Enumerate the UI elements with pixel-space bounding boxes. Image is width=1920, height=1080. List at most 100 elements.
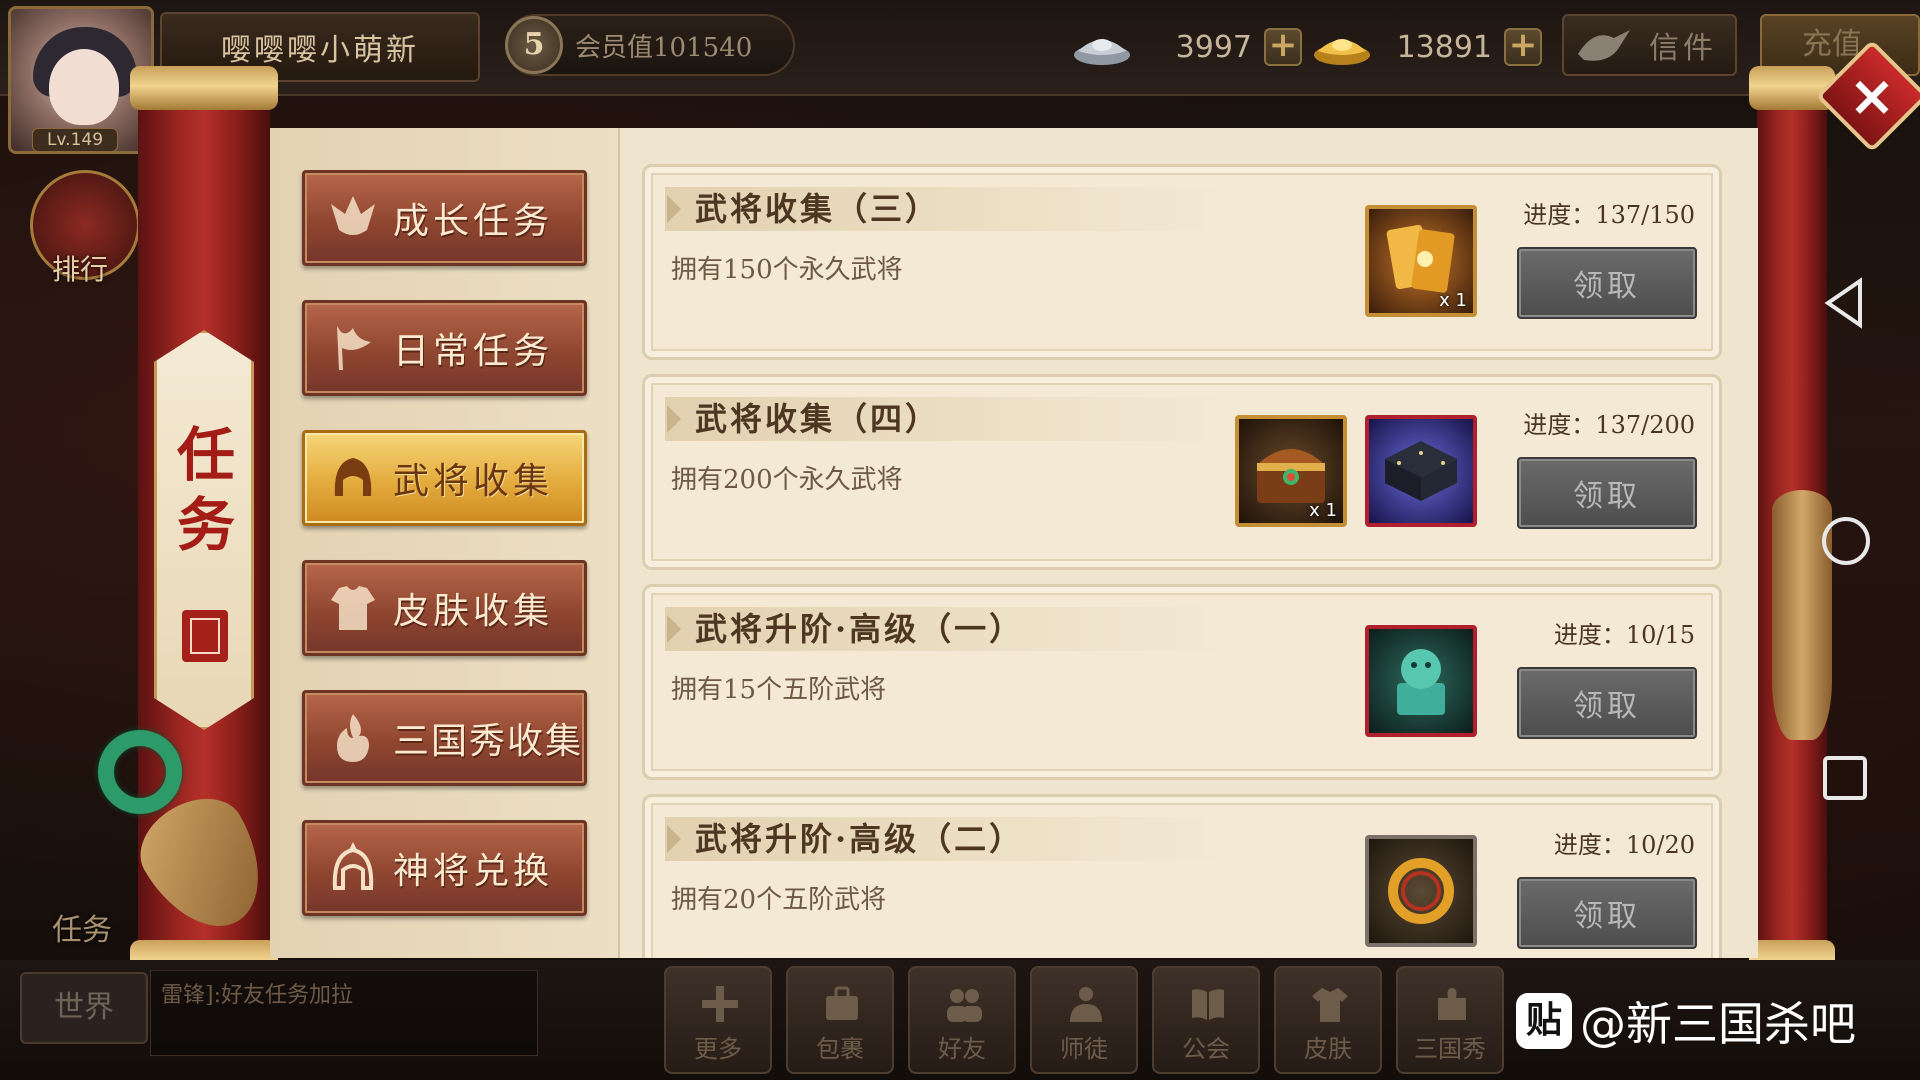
android-home-icon[interactable] <box>1820 515 1872 567</box>
claim-button[interactable]: 领取 <box>1517 877 1697 949</box>
avatar-face <box>49 49 119 125</box>
quest-card: 武将升阶·高级（一） 拥有15个五阶武将 进度：10/15 领取 <box>642 584 1722 780</box>
guild-label: 公会 <box>1182 1035 1230 1063</box>
reward-item[interactable] <box>1365 835 1477 947</box>
tab-daily-tasks[interactable]: 日常任务 <box>302 300 587 396</box>
more-button[interactable]: 更多 <box>664 966 772 1074</box>
claim-button[interactable]: 领取 <box>1517 457 1697 529</box>
chat-message[interactable]: 雷锋]:好友任务加拉 <box>150 970 538 1056</box>
vip-points: 会员值101540 <box>575 32 753 63</box>
quest-description: 拥有15个五阶武将 <box>671 675 887 705</box>
shirt-icon <box>1308 982 1352 1026</box>
book-icon <box>1186 982 1230 1026</box>
tab-skin-collection[interactable]: 皮肤收集 <box>302 560 587 656</box>
close-icon: × <box>1848 63 1896 129</box>
gold-currency: 13891 + <box>1310 18 1542 76</box>
armor-icon <box>321 576 385 640</box>
bag-button[interactable]: 包裹 <box>786 966 894 1074</box>
tab-label: 三国秀收集 <box>393 721 584 762</box>
tab-label: 神将兑换 <box>393 851 554 892</box>
world-chat-button[interactable]: 世界 <box>20 972 148 1044</box>
tab-sanguo-show-collection[interactable]: 三国秀收集 <box>302 690 587 786</box>
quest-card: 武将升阶·高级（二） 拥有20个五阶武将 进度：10/20 领取 <box>642 794 1722 958</box>
mentor-label: 师徒 <box>1060 1035 1108 1063</box>
plus-icon <box>698 982 742 1026</box>
tab-label: 成长任务 <box>393 201 554 242</box>
mentor-button[interactable]: 师徒 <box>1030 966 1138 1074</box>
quest-title: 武将收集（三） <box>695 190 941 228</box>
quest-description: 拥有200个永久武将 <box>671 465 903 495</box>
helmet-icon <box>321 446 385 510</box>
quest-progress: 进度：10/15 <box>1553 621 1695 649</box>
tieba-logo: 贴 <box>1516 993 1572 1049</box>
bag-label: 包裹 <box>816 1035 864 1063</box>
dove-icon <box>1578 30 1630 61</box>
tieba-watermark: 贴 @新三国杀吧 <box>1516 990 1856 1052</box>
reward-item[interactable]: x 1 <box>1365 205 1477 317</box>
skin-label: 皮肤 <box>1304 1035 1352 1063</box>
silver-currency: 3997 + <box>1070 18 1302 76</box>
friends-icon <box>942 982 986 1026</box>
flame-icon <box>321 706 385 770</box>
tab-general-collection[interactable]: 武将收集 <box>302 430 587 526</box>
mail-label: 信件 <box>1649 31 1717 66</box>
guild-button[interactable]: 公会 <box>1152 966 1260 1074</box>
vip-plate[interactable]: 5 会员值101540 <box>505 14 795 76</box>
gold-ingot-icon <box>1314 39 1370 65</box>
sanguo-show-button[interactable]: 三国秀 <box>1396 966 1504 1074</box>
add-silver-button[interactable]: + <box>1264 28 1302 66</box>
quest-progress: 进度：137/150 <box>1523 201 1695 229</box>
tab-label: 武将收集 <box>393 461 554 502</box>
quest-progress: 进度：10/20 <box>1553 831 1695 859</box>
more-label: 更多 <box>694 1035 742 1063</box>
reward-count: x 1 <box>1309 500 1337 521</box>
add-gold-button[interactable]: + <box>1504 28 1542 66</box>
friends-button[interactable]: 好友 <box>908 966 1016 1074</box>
reward-item[interactable] <box>1365 625 1477 737</box>
quest-title: 武将升阶·高级（二） <box>695 820 1025 858</box>
gold-amount: 13891 <box>1396 29 1492 65</box>
quest-title: 武将升阶·高级（一） <box>695 610 1025 648</box>
task-category-sidebar: 成长任务 日常任务 武将收集 皮肤收集 三国秀收集 神将兑换 <box>270 128 620 958</box>
reward-item[interactable]: x 1 <box>1235 415 1347 527</box>
quest-progress: 进度：137/200 <box>1523 411 1695 439</box>
task-panel: 成长任务 日常任务 武将收集 皮肤收集 三国秀收集 神将兑换 武将收集（三） 拥… <box>270 128 1758 958</box>
mail-button[interactable]: 信件 <box>1562 14 1737 76</box>
reward-item[interactable] <box>1365 415 1477 527</box>
tab-label: 皮肤收集 <box>393 591 554 632</box>
jade-ring-icon <box>98 730 182 814</box>
tab-divine-general-exchange[interactable]: 神将兑换 <box>302 820 587 916</box>
task-side-label: 任务 <box>52 913 112 948</box>
android-recent-apps-icon[interactable] <box>1822 755 1868 801</box>
android-back-icon[interactable] <box>1820 275 1868 331</box>
title-arrow-icon <box>667 615 681 643</box>
mentor-icon <box>1064 982 1108 1026</box>
sanguo-show-label: 三国秀 <box>1414 1035 1486 1063</box>
title-arrow-icon <box>667 195 681 223</box>
jade-lion-seal-icon <box>1397 649 1445 715</box>
growth-icon <box>321 186 385 250</box>
title-arrow-icon <box>667 405 681 433</box>
quest-title: 武将收集（四） <box>695 400 941 438</box>
silver-ingot-icon <box>1074 39 1130 65</box>
watermark-text: @新三国杀吧 <box>1580 997 1856 1051</box>
skin-button[interactable]: 皮肤 <box>1274 966 1382 1074</box>
bag-icon <box>820 982 864 1026</box>
reward-count: x 1 <box>1439 290 1467 311</box>
flag-icon <box>321 316 385 380</box>
divine-general-icon <box>321 836 385 900</box>
ranking-label: 排行 <box>52 253 109 286</box>
frame-decoration-icon <box>1385 441 1457 501</box>
friends-label: 好友 <box>938 1035 986 1063</box>
claim-button[interactable]: 领取 <box>1517 667 1697 739</box>
silver-amount: 3997 <box>1175 29 1252 65</box>
vip-level-badge: 5 <box>505 16 563 74</box>
tab-growth-tasks[interactable]: 成长任务 <box>302 170 587 266</box>
quest-list[interactable]: 武将收集（三） 拥有150个永久武将 x 1 进度：137/150 领取 武将收… <box>620 128 1758 958</box>
quest-card: 武将收集（三） 拥有150个永久武将 x 1 进度：137/150 领取 <box>642 164 1722 360</box>
quest-description: 拥有150个永久武将 <box>671 255 903 285</box>
claim-button[interactable]: 领取 <box>1517 247 1697 319</box>
dragon-ring-icon <box>1388 858 1454 924</box>
puzzle-icon <box>1430 982 1474 1026</box>
panel-title: 任务 <box>176 421 235 559</box>
